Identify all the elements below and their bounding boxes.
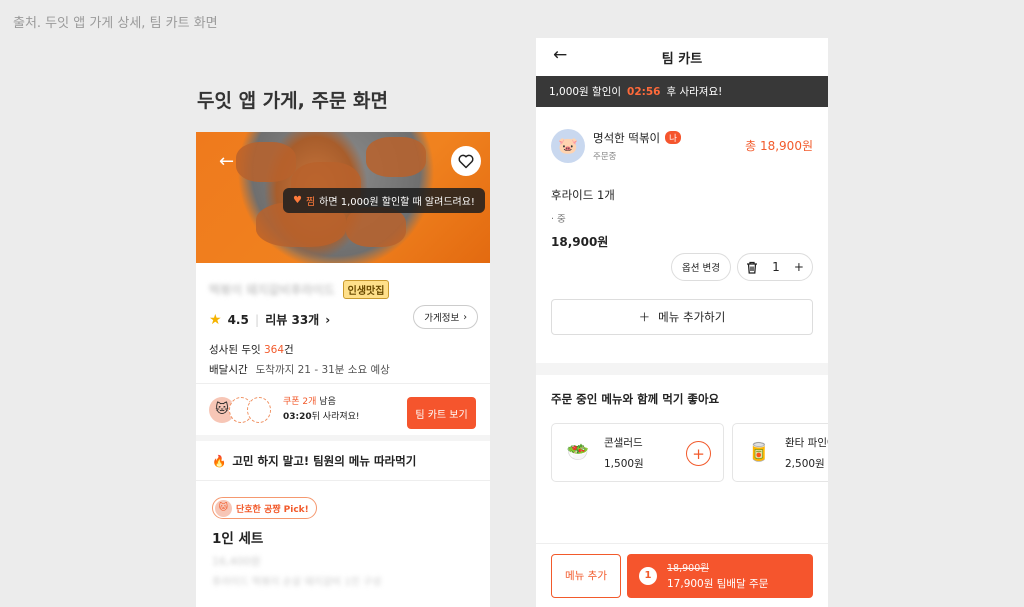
original-price: 18,900원: [667, 563, 709, 574]
bottom-add-menu-button[interactable]: 메뉴 추가: [551, 553, 621, 598]
success-prefix: 성사된 두잇: [209, 344, 264, 356]
coupon-text: 쿠폰 2개 남음 03:20뒤 사라져요!: [283, 395, 360, 425]
follow-menu-title: 고민 하지 말고! 팀원의 메뉴 따라먹기: [232, 453, 417, 468]
add-menu-label: 메뉴 추가하기: [658, 310, 726, 324]
view-team-cart-button[interactable]: 팀 카트 보기: [407, 397, 476, 429]
add-recommendation-button[interactable]: +: [686, 441, 711, 466]
add-menu-button[interactable]: ＋ 메뉴 추가하기: [551, 299, 813, 335]
set-menu-price: 16,400원: [212, 555, 261, 568]
follow-menu-header: 🔥 고민 하지 말고! 팀원의 메뉴 따라먹기: [196, 441, 490, 481]
success-count: 364: [263, 344, 285, 356]
coupon-count: 쿠폰 2개: [283, 396, 317, 407]
coupon-timer: 03:20: [283, 411, 312, 422]
member-row: 🐷 명석한 떡볶이 나 주문중 총 18,900원: [536, 107, 828, 169]
coupon-bar: 🐱 쿠폰 2개 남음 03:20뒤 사라져요! 팀 카트 보기: [196, 384, 490, 441]
plus-icon[interactable]: +: [794, 260, 804, 274]
store-info-section: 떡볶이 돼지갈비후라이드 인생맛집 ★ 4.5 | 리뷰 33개 › 가게정보 …: [196, 263, 490, 384]
recommendation-title: 주문 중인 메뉴와 함께 먹기 좋아요: [551, 392, 720, 406]
recommendation-card[interactable]: 🥫 환타 파인애플 2,500원: [732, 423, 828, 482]
pick-label: 단호한 공쨩 Pick!: [236, 504, 309, 515]
soda-can-icon: 🥫: [747, 442, 771, 463]
tooltip-accent-text: 찜: [305, 197, 316, 208]
section-title: 두잇 앱 가게, 주문 화면: [197, 90, 388, 112]
chevron-right-icon: ›: [463, 311, 467, 323]
review-link[interactable]: 리뷰 33개: [265, 311, 319, 328]
delivery-value: 도착까지 21 - 31분 소요 예상: [255, 364, 390, 376]
source-caption: 출처. 두잇 앱 가게 상세, 팀 카트 화면: [13, 16, 218, 31]
member-status: 주문중: [593, 151, 617, 162]
cat-avatar-icon: 🐱: [215, 499, 232, 517]
salad-icon: 🥗: [566, 442, 590, 463]
banner-suffix: 후 사라져요!: [666, 86, 723, 98]
empty-slot-avatar: [247, 396, 271, 423]
store-name: 떡볶이 돼지갈비후라이드: [209, 282, 335, 297]
banner-prefix: 1,000원 할인이: [549, 86, 622, 98]
team-order-button[interactable]: 1 18,900원 17,900원 팀배달 주문: [627, 553, 813, 598]
success-count-line: 성사된 두잇 364건: [209, 342, 477, 357]
coupon-timer-suffix: 뒤 사라져요!: [311, 411, 360, 422]
store-hero-image: ← ♥ 찜 하면 1,000원 할인할 때 알려드려요!: [196, 132, 490, 263]
rating-value: 4.5: [227, 312, 249, 327]
store-info-button[interactable]: 가게정보 ›: [413, 305, 478, 329]
heart-outline-icon: [458, 154, 474, 168]
recommendation-name: 환타 파인애플: [785, 436, 828, 449]
discount-timer-banner: 1,000원 할인이 02:56 후 사라져요!: [536, 76, 828, 107]
store-info-label: 가게정보: [424, 313, 460, 324]
cart-item-name: 후라이드 1개: [551, 188, 615, 202]
recommendation-price: 2,500원: [785, 457, 825, 470]
option-change-button[interactable]: 옵션 변경: [671, 253, 731, 281]
plus-icon: ＋: [638, 310, 651, 324]
heart-filled-icon: ♥: [293, 195, 302, 206]
me-badge: 나: [665, 131, 681, 144]
teammate-pick-badge: 🐱 단호한 공쨩 Pick!: [212, 497, 317, 519]
favorite-heart-button[interactable]: [451, 146, 481, 176]
coupon-count-suffix: 남음: [316, 396, 336, 407]
star-icon: ★: [209, 311, 222, 328]
section-divider: [536, 363, 828, 375]
set-menu-title[interactable]: 1인 세트: [212, 527, 490, 547]
back-arrow-icon[interactable]: ←: [553, 45, 567, 65]
cart-item-actions: 옵션 변경 1 +: [536, 250, 828, 281]
recommendation-list: 🥗 콘샐러드 1,500원 + 🥫 환타 파인애플 2,500원: [536, 407, 828, 482]
fire-icon: 🔥: [212, 453, 227, 468]
store-detail-screen: ← ♥ 찜 하면 1,000원 할인할 때 알려드려요! 떡볶이 돼지갈비후라이…: [196, 132, 490, 607]
tooltip-text: 하면 1,000원 할인할 때 알려드려요!: [319, 197, 475, 208]
back-arrow-icon[interactable]: ←: [219, 151, 234, 172]
banner-timer: 02:56: [627, 85, 661, 98]
bottom-order-bar: 메뉴 추가 1 18,900원 17,900원 팀배달 주문: [536, 543, 828, 607]
delivery-time-line: 배달시간 도착까지 21 - 31분 소요 예상: [209, 362, 477, 377]
cart-item-price: 18,900원: [551, 235, 609, 249]
team-cart-screen: ← 팀 카트 1,000원 할인이 02:56 후 사라져요! 🐷 명석한 떡볶…: [536, 38, 828, 607]
divider: |: [254, 312, 260, 327]
quantity-value: 1: [772, 260, 780, 274]
set-menu-description: 후라이드 떡볶이 순살 돼지갈비 1인 구성: [212, 577, 382, 588]
cart-item-option: · 중: [551, 214, 566, 225]
recommendation-name: 콘샐러드: [604, 436, 643, 449]
trash-icon[interactable]: [746, 261, 758, 274]
team-cart-title: 팀 카트: [661, 51, 703, 67]
recommendation-price: 1,500원: [604, 457, 644, 470]
team-cart-header: ← 팀 카트: [536, 38, 828, 76]
favorite-tooltip: ♥ 찜 하면 1,000원 할인할 때 알려드려요!: [283, 188, 485, 213]
store-badge: 인생맛집: [342, 279, 390, 299]
chevron-right-icon: ›: [325, 312, 331, 327]
delivery-label: 배달시간: [209, 364, 248, 376]
order-count-badge: 1: [639, 566, 657, 585]
quantity-stepper: 1 +: [737, 253, 813, 281]
discounted-order-label: 17,900원 팀배달 주문: [667, 578, 769, 590]
member-avatar-icon: 🐷: [551, 128, 585, 163]
member-total: 총 18,900원: [745, 139, 813, 153]
recommendation-card[interactable]: 🥗 콘샐러드 1,500원 +: [551, 423, 724, 482]
member-name: 명석한 떡볶이: [593, 130, 661, 145]
success-suffix: 건: [284, 344, 294, 356]
